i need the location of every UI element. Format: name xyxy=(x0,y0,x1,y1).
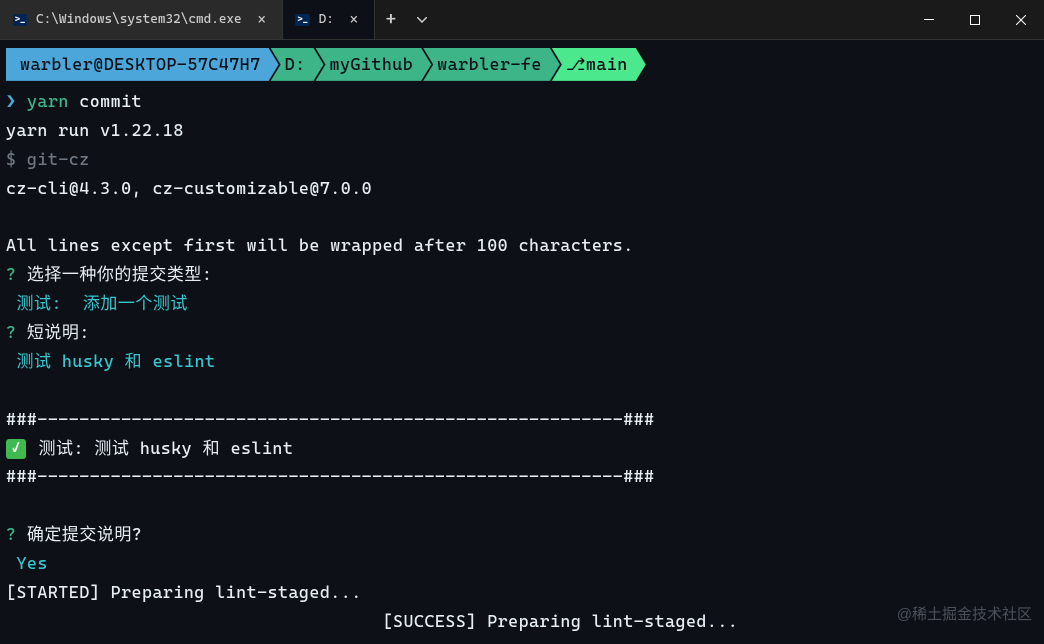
commit-message: 测试: 测试 husky 和 eslint xyxy=(28,438,293,458)
crumb-user: warbler@DESKTOP-57C47H7 xyxy=(6,48,279,81)
crumb-folder1: myGithub xyxy=(316,48,432,81)
terminal-line: cz-cli@4.3.0, cz-customizable@7.0.0 xyxy=(6,174,1038,203)
terminal-line: ? 选择一种你的提交类型: xyxy=(6,260,1038,289)
terminal-line: ? 短说明: xyxy=(6,318,1038,347)
window-controls xyxy=(906,0,1044,39)
tabs: >_ C:\Windows\system32\cmd.exe × >_ D: ×… xyxy=(0,0,906,39)
titlebar: >_ C:\Windows\system32\cmd.exe × >_ D: ×… xyxy=(0,0,1044,40)
divider: ###-------------------------------------… xyxy=(6,405,1038,434)
tab-label: D: xyxy=(319,12,334,27)
terminal-line: [STARTED] Preparing lint-staged... xyxy=(6,578,1038,607)
tab-cmd[interactable]: >_ C:\Windows\system32\cmd.exe × xyxy=(0,0,283,39)
powershell-icon: >_ xyxy=(295,12,311,28)
terminal[interactable]: warbler@DESKTOP-57C47H7 D: myGithub warb… xyxy=(0,40,1044,644)
crumb-branch: ⎇main xyxy=(552,48,646,81)
close-icon[interactable]: × xyxy=(254,12,270,28)
terminal-answer: Yes xyxy=(6,549,1038,578)
minimize-button[interactable] xyxy=(906,0,952,39)
terminal-line: ? 确定提交说明? xyxy=(6,520,1038,549)
question-mark: ? xyxy=(6,322,16,342)
prompt: ❯ xyxy=(6,91,16,111)
divider: ###-------------------------------------… xyxy=(6,462,1038,491)
terminal-line xyxy=(6,491,1038,520)
terminal-line: $ git-cz xyxy=(6,145,1038,174)
close-button[interactable] xyxy=(998,0,1044,39)
command-arg: commit xyxy=(69,91,142,111)
question-mark: ? xyxy=(6,264,16,284)
terminal-line xyxy=(6,202,1038,231)
check-icon: ✓ xyxy=(6,439,26,459)
tab-d[interactable]: >_ D: × xyxy=(283,0,375,39)
breadcrumb: warbler@DESKTOP-57C47H7 D: myGithub warb… xyxy=(6,48,1038,81)
watermark: @稀土掘金技术社区 xyxy=(897,603,1032,624)
question: 选择一种你的提交类型: xyxy=(16,264,212,284)
powershell-icon: >_ xyxy=(12,12,28,28)
terminal-line xyxy=(6,376,1038,405)
new-tab-button[interactable]: + xyxy=(375,0,407,39)
maximize-button[interactable] xyxy=(952,0,998,39)
terminal-line: yarn run v1.22.18 xyxy=(6,116,1038,145)
question: 短说明: xyxy=(16,322,89,342)
command: yarn xyxy=(27,91,69,111)
terminal-answer: 测试: 添加一个测试 xyxy=(6,289,1038,318)
commit-preview: ✓ 测试: 测试 husky 和 eslint xyxy=(6,434,1038,463)
terminal-answer: 测试 husky 和 eslint xyxy=(6,347,1038,376)
question: 确定提交说明? xyxy=(16,524,142,544)
terminal-line: All lines except first will be wrapped a… xyxy=(6,231,1038,260)
crumb-folder2: warbler-fe xyxy=(423,48,560,81)
question-mark: ? xyxy=(6,524,16,544)
dropdown-icon[interactable] xyxy=(407,0,437,39)
terminal-line: ❯ yarn commit xyxy=(6,87,1038,116)
tab-label: C:\Windows\system32\cmd.exe xyxy=(36,12,242,27)
terminal-line: [SUCCESS] Preparing lint-staged... xyxy=(6,607,1038,636)
close-icon[interactable]: × xyxy=(346,12,362,28)
